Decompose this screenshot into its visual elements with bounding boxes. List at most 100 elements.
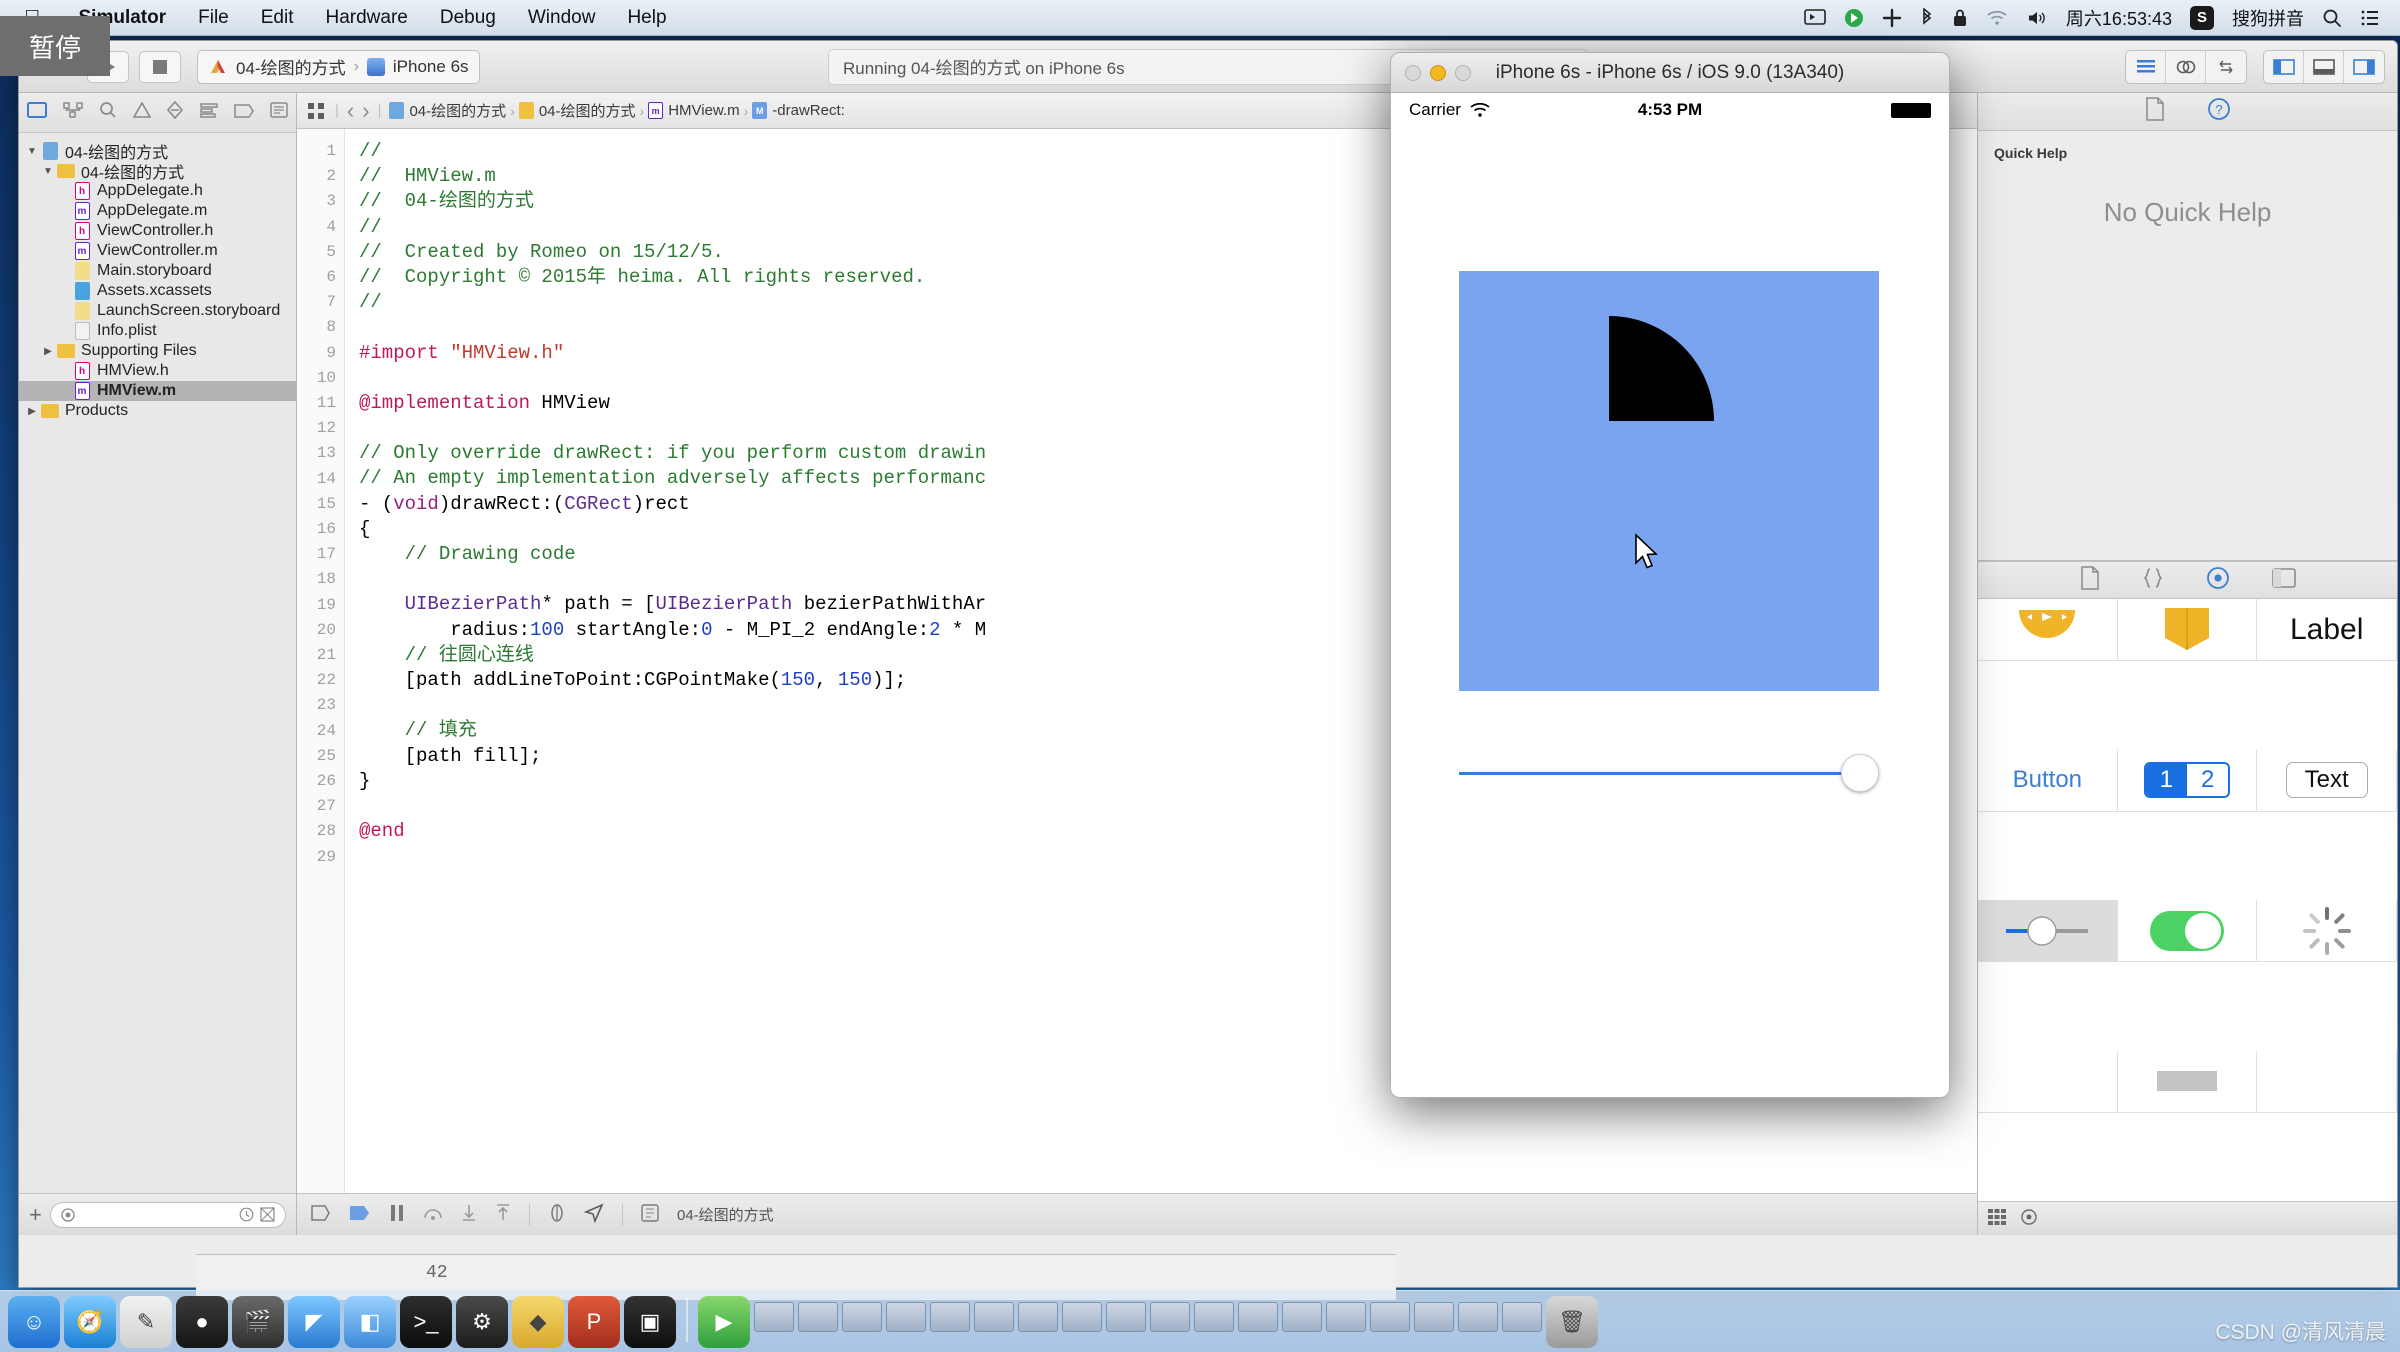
jump-bar-back-icon[interactable]: ‹ <box>347 98 354 124</box>
dock-app-icon-2[interactable]: ◧ <box>344 1296 396 1348</box>
menu-bar-clock[interactable]: 周六16:53:43 <box>2066 5 2172 31</box>
library-item-collection-view[interactable] <box>2117 599 2258 661</box>
library-item-segmented-control[interactable]: 1 2 <box>2117 749 2258 812</box>
dock-window-thumb-14[interactable] <box>1326 1301 1366 1332</box>
dock-window-thumb-7[interactable] <box>1018 1301 1058 1332</box>
process-label[interactable]: 04-绘图的方式 <box>677 1204 774 1225</box>
dock-sketch2-icon[interactable]: ◆ <box>512 1296 564 1348</box>
object-library-grid[interactable]: Label Button 1 2 Text <box>1978 599 2397 1201</box>
navigator-toggle-icon[interactable] <box>2264 50 2304 83</box>
dock-window-thumb-2[interactable] <box>798 1301 838 1332</box>
macos-dock[interactable]: ☺ 🧭 ✎ ● 🎬 ◤ ◧ >_ ⚙ ◆ P ▣ ▶ 🗑 <box>0 1290 2400 1352</box>
dock-window-thumb-17[interactable] <box>1458 1301 1498 1332</box>
menu-item-help[interactable]: Help <box>611 7 682 29</box>
dock-terminal-icon[interactable]: >_ <box>400 1296 452 1348</box>
dock-window-thumb-16[interactable] <box>1414 1301 1454 1332</box>
disclosure-triangle-icon[interactable]: ▼ <box>41 166 55 177</box>
dock-window-thumb-1[interactable] <box>754 1301 794 1332</box>
dock-window-thumb-8[interactable] <box>1062 1301 1102 1332</box>
dock-trash-icon[interactable]: 🗑 <box>1546 1296 1598 1348</box>
view-debug-icon[interactable] <box>548 1203 566 1226</box>
view-toggle-segmented-control[interactable] <box>2263 49 2385 84</box>
menu-item-file[interactable]: File <box>182 7 245 29</box>
simulator-device-screen[interactable]: Carrier 4:53 PM <box>1391 93 1949 1097</box>
dock-window-thumb-6[interactable] <box>974 1301 1014 1332</box>
stop-button[interactable] <box>139 50 181 83</box>
pause-icon[interactable] <box>389 1204 405 1226</box>
quick-help-icon[interactable]: ? <box>2207 97 2231 126</box>
dock-window-thumb-3[interactable] <box>842 1301 882 1332</box>
filter-input[interactable] <box>49 1201 286 1228</box>
object-library-icon[interactable] <box>2206 566 2230 595</box>
dock-finder-icon[interactable]: ☺ <box>8 1296 60 1348</box>
dock-safari-icon[interactable]: 🧭 <box>64 1296 116 1348</box>
file-template-library-icon[interactable] <box>2080 565 2100 595</box>
library-item-extra-2[interactable] <box>2117 1050 2258 1113</box>
dock-window-thumb-12[interactable] <box>1238 1301 1278 1332</box>
dock-window-thumb-9[interactable] <box>1106 1301 1146 1332</box>
breadcrumb-item[interactable]: 04-绘图的方式 <box>389 100 506 121</box>
file-tree-row[interactable]: h HMView.h <box>19 361 296 381</box>
issue-navigator-icon[interactable] <box>132 101 151 123</box>
wifi-icon[interactable] <box>1986 9 2008 27</box>
search-navigator-icon[interactable] <box>99 101 117 124</box>
input-method-badge[interactable]: S <box>2190 5 2214 30</box>
add-button[interactable]: + <box>29 1202 42 1228</box>
library-item-label[interactable]: Label <box>2257 599 2397 661</box>
library-item-extra-1[interactable] <box>1978 1050 2118 1113</box>
test-navigator-icon[interactable] <box>166 100 184 124</box>
lock-icon[interactable] <box>1952 8 1968 28</box>
version-editor-icon[interactable] <box>2206 51 2246 83</box>
recent-filter-icon[interactable] <box>239 1207 254 1222</box>
dock-video-icon[interactable]: 🎬 <box>232 1296 284 1348</box>
standard-editor-icon[interactable] <box>2126 50 2166 83</box>
dock-window-thumb-4[interactable] <box>886 1301 926 1332</box>
file-tree-row[interactable]: Assets.xcassets <box>19 281 296 301</box>
dock-dash-icon[interactable]: ● <box>176 1296 228 1348</box>
input-method-label[interactable]: 搜狗拼音 <box>2232 5 2304 31</box>
dock-window-thumb-15[interactable] <box>1370 1301 1410 1332</box>
file-tree-row[interactable]: Info.plist <box>19 321 296 341</box>
dock-window-thumb-10[interactable] <box>1150 1301 1190 1332</box>
breadcrumb[interactable]: 04-绘图的方式 › 04-绘图的方式 › m HMView.m › M -drawRect: <box>389 100 845 121</box>
dock-window-thumb-11[interactable] <box>1194 1301 1234 1332</box>
dock-pages-icon[interactable]: P <box>568 1296 620 1348</box>
debug-toggle-icon[interactable] <box>2304 50 2344 83</box>
project-navigator-icon[interactable] <box>26 102 47 123</box>
code-snippet-library-icon[interactable] <box>2142 567 2164 594</box>
dock-app-icon-3[interactable]: ▣ <box>624 1296 676 1348</box>
menu-item-hardware[interactable]: Hardware <box>310 7 424 29</box>
library-item-button[interactable]: Button <box>1978 749 2118 812</box>
dock-window-thumb-5[interactable] <box>930 1301 970 1332</box>
continue-icon[interactable] <box>349 1205 371 1225</box>
menu-item-window[interactable]: Window <box>512 7 612 29</box>
simulator-title-bar[interactable]: iPhone 6s - iPhone 6s / iOS 9.0 (13A340) <box>1391 53 1949 93</box>
step-over-icon[interactable] <box>423 1205 443 1225</box>
list-view-icon[interactable] <box>2020 1208 2038 1229</box>
library-item-switch[interactable] <box>2117 900 2258 962</box>
file-tree-row[interactable]: h AppDelegate.h <box>19 181 296 201</box>
screen-share-icon[interactable] <box>1804 8 1826 27</box>
file-inspector-icon[interactable] <box>2145 97 2165 126</box>
spotlight-search-icon[interactable] <box>2322 8 2342 28</box>
slider-track[interactable] <box>1459 771 1855 775</box>
utilities-toggle-icon[interactable] <box>2344 51 2384 83</box>
editor-mode-segmented-control[interactable] <box>2125 49 2247 84</box>
breadcrumb-item[interactable]: M -drawRect: <box>752 102 845 119</box>
file-tree-row[interactable]: m HMView.m <box>19 381 296 401</box>
file-tree-row[interactable]: m AppDelegate.m <box>19 201 296 221</box>
sourcecontrol-filter-icon[interactable] <box>260 1207 275 1222</box>
breadcrumb-item[interactable]: 04-绘图的方式 <box>518 100 636 121</box>
disclosure-triangle-icon[interactable]: ▶ <box>25 406 39 417</box>
file-tree-row[interactable]: ▼ 04-绘图的方式 <box>19 161 296 182</box>
library-item-player-control[interactable] <box>1978 599 2118 661</box>
ui-slider[interactable] <box>1459 753 1879 793</box>
file-tree-row[interactable]: m ViewController.m <box>19 241 296 261</box>
breakpoint-toggle-icon[interactable] <box>311 1204 331 1225</box>
menu-item-edit[interactable]: Edit <box>245 7 310 29</box>
jump-bar-forward-icon[interactable]: › <box>362 98 369 124</box>
file-tree-row[interactable]: Main.storyboard <box>19 261 296 281</box>
disclosure-triangle-icon[interactable]: ▼ <box>25 146 39 157</box>
slider-knob[interactable] <box>1841 754 1879 792</box>
breadcrumb-item[interactable]: m HMView.m <box>648 102 740 119</box>
